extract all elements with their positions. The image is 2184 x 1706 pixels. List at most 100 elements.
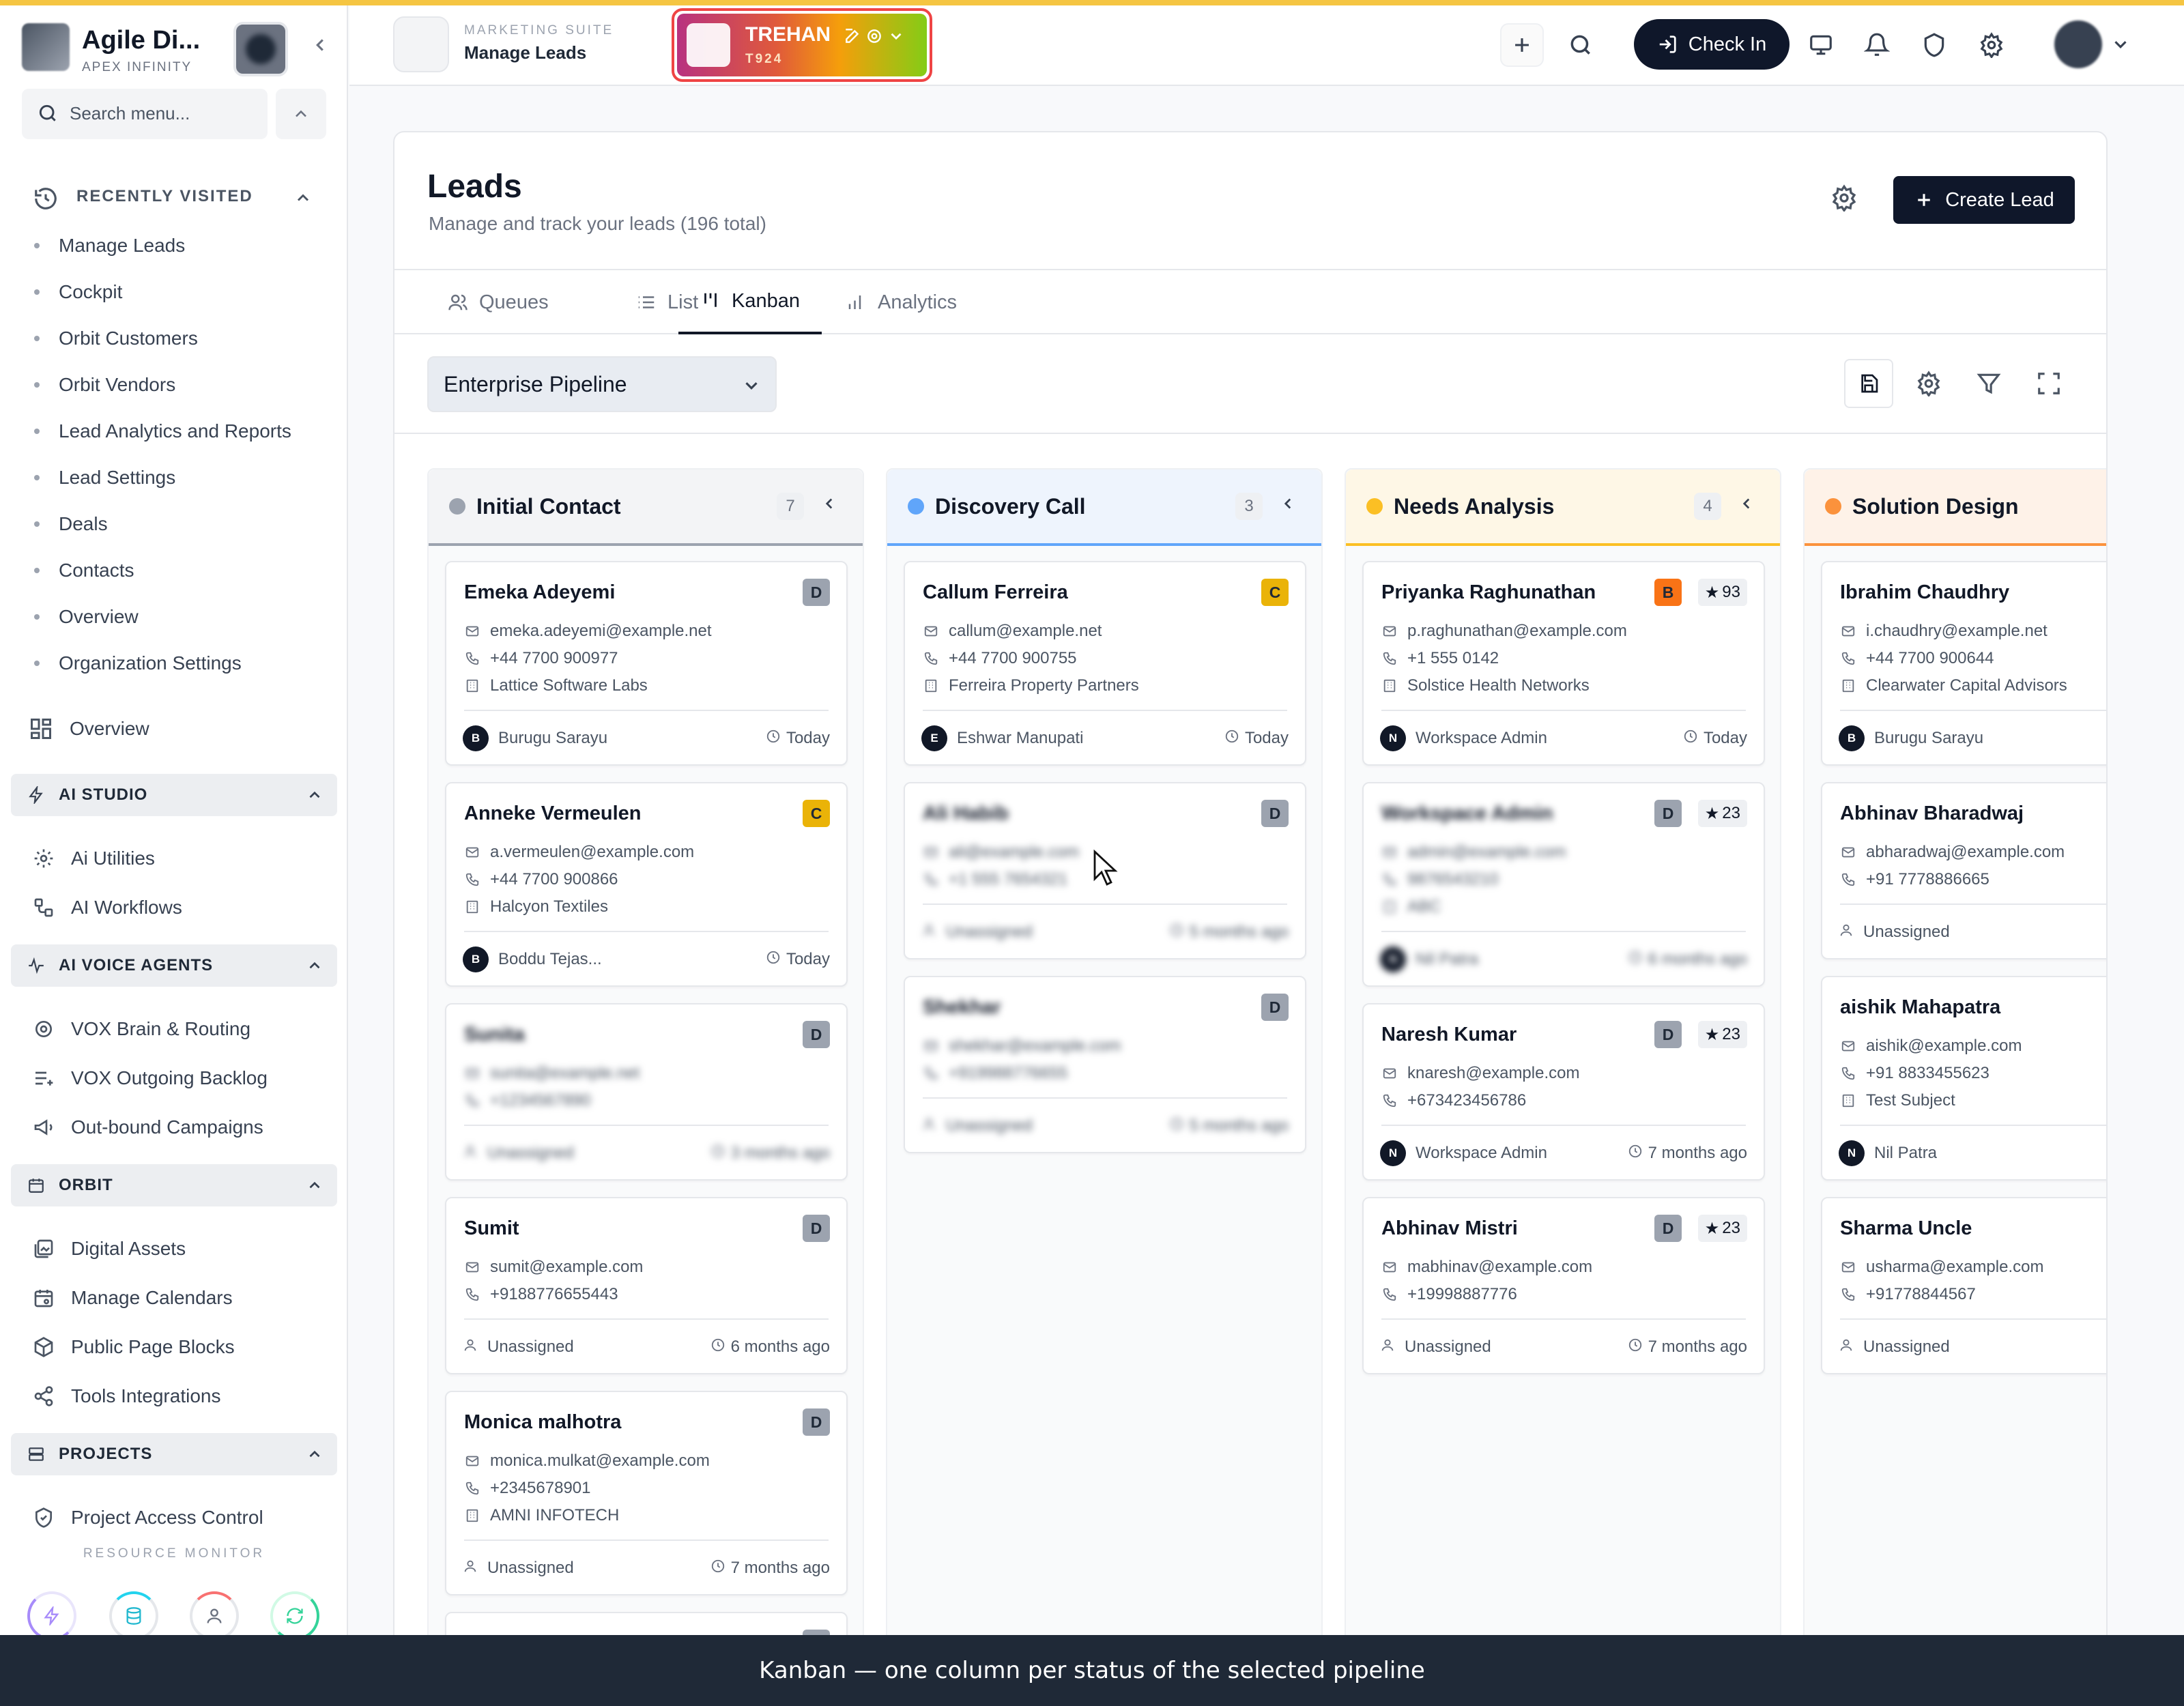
phone-row[interactable]: +2345678901 <box>464 1477 591 1500</box>
email-row[interactable]: sunita@example.net <box>464 1062 640 1085</box>
user-avatar[interactable] <box>2054 20 2102 68</box>
tab-queues[interactable]: Queues <box>426 270 571 334</box>
email-row[interactable]: abharadwaj@example.com <box>1840 841 2065 864</box>
sidebar-item-manage-calendars[interactable]: Manage Calendars <box>31 1277 332 1318</box>
sidebar-item-digital-assets[interactable]: Digital Assets <box>31 1228 332 1269</box>
email-row[interactable]: shekhar@example.com <box>923 1035 1121 1058</box>
phone-row[interactable]: +1 555 7654321 <box>923 868 1067 891</box>
sidebar-item-overview[interactable]: Overview <box>27 708 328 749</box>
lead-owner[interactable]: Unassigned <box>1380 1333 1491 1361</box>
lead-card[interactable]: Monica malhotra Dmonica.mulkat@example.co… <box>445 1391 848 1595</box>
lead-owner[interactable]: N Nil Patra <box>1380 946 1478 973</box>
chevron-down-icon[interactable] <box>2110 34 2131 55</box>
collapse-menu-button[interactable] <box>276 89 326 139</box>
tab-kanban[interactable]: Kanban <box>678 270 822 334</box>
lead-owner[interactable]: B Burugu Sarayu <box>463 725 607 752</box>
phone-row[interactable]: +1234567890 <box>464 1089 591 1112</box>
email-row[interactable]: sumit@example.com <box>464 1256 643 1279</box>
search-button[interactable] <box>1559 23 1603 67</box>
recent-item[interactable]: Contacts <box>34 547 321 594</box>
phone-row[interactable]: +673423456786 <box>1381 1089 1526 1112</box>
recent-item[interactable]: Orbit Vendors <box>34 362 321 408</box>
lead-card[interactable]: Workspace Admin D ★ 23 admin@example.com 9876… <box>1362 782 1765 987</box>
collapse-column-button[interactable] <box>1738 495 1755 518</box>
email-row[interactable]: i.chaudhry@example.net <box>1840 620 2048 643</box>
settings-button[interactable] <box>1970 23 2013 67</box>
email-row[interactable]: a.vermeulen@example.com <box>464 841 694 864</box>
phone-row[interactable]: +91 7778886665 <box>1840 868 1989 891</box>
recent-item[interactable]: Lead Settings <box>34 454 321 501</box>
lead-card[interactable]: Priyanka Raghunathan B ★ 93 p.raghunathan@ex… <box>1362 561 1765 766</box>
org-avatar[interactable] <box>233 22 288 76</box>
save-view-button[interactable] <box>1844 359 1893 408</box>
add-button[interactable] <box>1500 23 1544 67</box>
tenant-switcher[interactable]: TREHAN T924 <box>672 8 932 82</box>
lead-owner[interactable]: N Workspace Admin <box>1380 1140 1547 1167</box>
monitor-button[interactable] <box>1799 23 1843 67</box>
group-projects[interactable]: PROJECTS <box>11 1433 337 1475</box>
users-gauge[interactable] <box>190 1591 239 1635</box>
email-row[interactable]: monica.mulkat@example.com <box>464 1449 710 1473</box>
email-row[interactable]: callum@example.net <box>923 620 1102 643</box>
recent-item[interactable]: Deals <box>34 501 321 547</box>
email-row[interactable]: mabhinav@example.com <box>1381 1256 1592 1279</box>
lead-card[interactable]: Callum Ferreira Ccallum@example.net +44 77… <box>904 561 1306 766</box>
phone-row[interactable]: +91 8833455623 <box>1840 1062 1989 1085</box>
lead-card[interactable]: Sunita Dsunita@example.net +1234567890 Unas… <box>445 1003 848 1181</box>
lead-card[interactable]: aishik Mahapatra aishik@example.com +91 88… <box>1821 976 2106 1181</box>
lead-card[interactable]: Ibrahim Chaudhry i.chaudhry@example.net +4… <box>1821 561 2106 766</box>
pipeline-select[interactable]: Enterprise Pipeline <box>427 356 777 412</box>
sidebar-item-tools-integrations[interactable]: Tools Integrations <box>31 1376 332 1417</box>
lead-settings-button[interactable] <box>1824 177 1865 218</box>
lead-owner[interactable]: B Burugu Sarayu <box>1839 725 1983 752</box>
lead-owner[interactable]: Unassigned <box>463 1140 574 1167</box>
sidebar-item-outbound-campaigns[interactable]: Out-bound Campaigns <box>31 1107 332 1148</box>
lead-owner[interactable]: B Boddu Tejas... <box>463 946 602 973</box>
collapse-sidebar-button[interactable] <box>303 30 337 64</box>
lead-owner[interactable]: N Workspace Admin <box>1380 725 1547 752</box>
tab-analytics[interactable]: Analytics <box>824 270 979 334</box>
recent-item[interactable]: Orbit Customers <box>34 315 321 362</box>
group-ai-voice-agents[interactable]: AI VOICE AGENTS <box>11 944 337 987</box>
email-row[interactable]: admin@example.com <box>1381 841 1566 864</box>
sidebar-item-vox-brain[interactable]: VOX Brain & Routing <box>31 1009 332 1050</box>
storage-gauge[interactable] <box>109 1591 158 1635</box>
collapse-column-button[interactable] <box>820 495 838 518</box>
recent-item[interactable]: Cockpit <box>34 269 321 315</box>
menu-search-input[interactable] <box>70 100 254 127</box>
lead-owner[interactable]: Unassigned <box>463 1555 574 1582</box>
sidebar-item-vox-backlog[interactable]: VOX Outgoing Backlog <box>31 1058 332 1099</box>
phone-row[interactable]: +44 7700 900977 <box>464 647 618 670</box>
phone-row[interactable]: +9188776655443 <box>464 1283 618 1306</box>
email-row[interactable]: knaresh@example.com <box>1381 1062 1579 1085</box>
lead-card[interactable]: Shekhar Dshekhar@example.com +919988776655… <box>904 976 1306 1153</box>
lead-owner[interactable]: Unassigned <box>463 1333 574 1361</box>
board-settings-button[interactable] <box>1904 359 1953 408</box>
fullscreen-button[interactable] <box>2024 359 2073 408</box>
phone-row[interactable]: +44 7700 900755 <box>923 647 1077 670</box>
email-row[interactable]: aishik@example.com <box>1840 1035 2022 1058</box>
recently-visited-header[interactable]: RECENTLY VISITED <box>27 179 321 217</box>
collapse-column-button[interactable] <box>1279 495 1297 518</box>
sidebar-item-ai-utilities[interactable]: Ai Utilities <box>31 838 332 879</box>
create-lead-button[interactable]: Create Lead <box>1893 176 2075 224</box>
edit-icon[interactable] <box>844 27 861 45</box>
lead-card[interactable]: Sharma Uncle usharma@example.com +91778844… <box>1821 1197 2106 1374</box>
security-button[interactable] <box>1912 23 1956 67</box>
sidebar-item-ai-workflows[interactable]: AI Workflows <box>31 887 332 928</box>
lead-card[interactable]: Abhinav Bharadwaj abharadwaj@example.com +… <box>1821 782 2106 959</box>
lead-card[interactable]: Abhinav Mistri D ★ 23 mabhinav@example.com +1… <box>1362 1197 1765 1374</box>
notifications-button[interactable] <box>1855 23 1899 67</box>
phone-row[interactable]: +919988776655 <box>923 1062 1067 1085</box>
phone-row[interactable]: 9876543210 <box>1381 868 1498 891</box>
group-ai-studio[interactable]: AI STUDIO <box>11 774 337 816</box>
app-icon[interactable] <box>393 16 449 72</box>
filter-button[interactable] <box>1964 359 2013 408</box>
group-orbit[interactable]: ORBIT <box>11 1164 337 1206</box>
phone-row[interactable]: +44 7700 900644 <box>1840 647 1994 670</box>
phone-row[interactable]: +44 7700 900866 <box>464 868 618 891</box>
recent-item[interactable]: Organization Settings <box>34 640 321 686</box>
gear-icon[interactable] <box>865 27 883 45</box>
lead-card[interactable]: Sumit Dsumit@example.com +9188776655443 Una… <box>445 1197 848 1374</box>
email-row[interactable]: p.raghunathan@example.com <box>1381 620 1627 643</box>
